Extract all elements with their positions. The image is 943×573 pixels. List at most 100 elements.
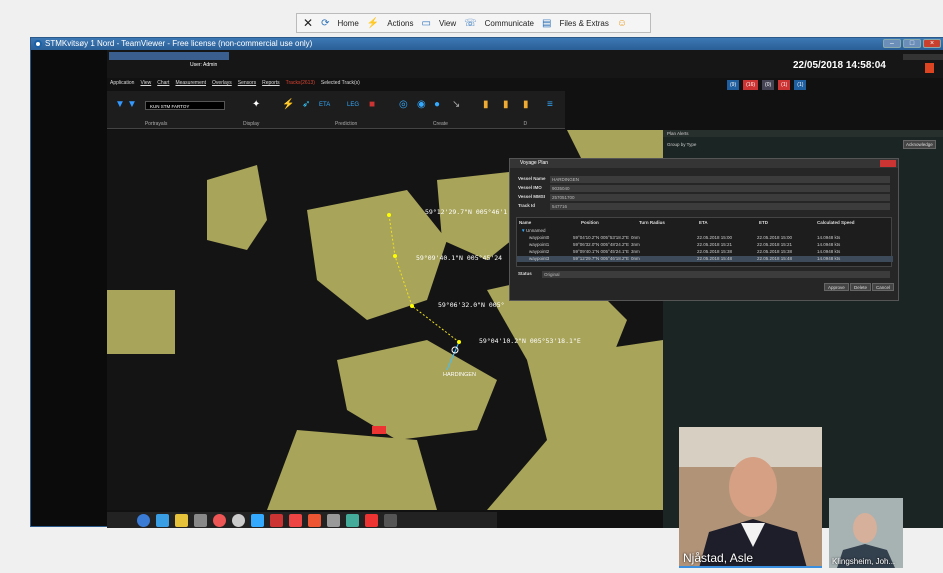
group-display: Display: [242, 121, 260, 127]
layers-icon[interactable]: ≡: [547, 99, 557, 111]
col-name: Name: [519, 220, 532, 225]
filter-icon[interactable]: ▼: [115, 99, 125, 111]
ie-icon[interactable]: [156, 513, 169, 527]
status-icons: (9) (16) (0) (1) (1): [727, 80, 937, 90]
group-by-type-label: Group by Type: [667, 142, 697, 147]
delete-button[interactable]: Delete: [850, 283, 872, 291]
group-toggle-icon[interactable]: ▼: [521, 228, 525, 234]
filter-low-icon[interactable]: ▮: [523, 99, 533, 111]
table-row-selected[interactable]: waypoint3 59°12'29.7"N 005°46'18.2"E 0nm 22…: [517, 256, 893, 262]
group-create: Create: [432, 121, 448, 127]
create-icon[interactable]: ◉: [417, 99, 427, 111]
status-count-1[interactable]: (16): [743, 80, 759, 90]
prediction-icon[interactable]: ➶: [302, 99, 312, 111]
col-etd: ETD: [759, 220, 768, 225]
view-icon[interactable]: ▭: [421, 18, 430, 29]
video-small-name: Klingsheim, Joh...: [832, 557, 896, 566]
menu-tracks[interactable]: Tracks(2613): [286, 78, 315, 88]
app-icon[interactable]: [327, 513, 340, 527]
menu-selected-tracks[interactable]: Selected Track(s): [321, 78, 360, 88]
filter-sel-icon[interactable]: ▮: [503, 99, 513, 111]
app-icon[interactable]: [194, 513, 207, 527]
filter-add-icon[interactable]: ▼: [127, 99, 137, 111]
remote-taskbar: [107, 512, 497, 528]
menu-overlays[interactable]: Overlays: [212, 78, 232, 88]
menu-reports[interactable]: Reports: [262, 78, 280, 88]
alert-icon[interactable]: [925, 63, 934, 73]
draw-icon[interactable]: ↘: [452, 99, 462, 111]
files-extras-button[interactable]: Files & Extras: [559, 19, 608, 28]
status-count-3[interactable]: (1): [778, 80, 791, 90]
close-session-icon[interactable]: ✕: [303, 16, 313, 30]
chrome-icon[interactable]: [213, 513, 226, 527]
eta-icon[interactable]: ETA: [319, 99, 330, 111]
files-icon[interactable]: ▤: [542, 18, 551, 29]
col-calc-speed: Calculated Speed: [817, 220, 855, 225]
table-group-row[interactable]: ▼ Unnamed: [517, 228, 893, 234]
status-count-2[interactable]: (0): [762, 80, 775, 90]
active-speaker-bar: [679, 566, 822, 568]
video-feed-small[interactable]: Klingsheim, Joh...: [829, 498, 903, 568]
window-titlebar[interactable]: STMKvitsøy 1 Nord - TeamViewer - Free li…: [31, 38, 943, 50]
view-button[interactable]: View: [439, 19, 456, 28]
waypoint-table: Name Position Turn Radius ETA ETD Calcul…: [516, 217, 893, 267]
route-icon[interactable]: ⚡: [282, 99, 294, 111]
smiley-icon[interactable]: ☺: [617, 18, 627, 29]
communicate-button[interactable]: Communicate: [485, 19, 534, 28]
menu-measurement[interactable]: Measurement: [175, 78, 206, 88]
person-silhouette-icon: [679, 427, 822, 568]
group-d: D: [523, 121, 528, 127]
cancel-button[interactable]: Cancel: [872, 283, 895, 291]
start-icon[interactable]: [137, 513, 150, 527]
window-title: STMKvitsøy 1 Nord - TeamViewer - Free li…: [45, 39, 313, 48]
close-button[interactable]: ×: [923, 39, 941, 48]
settings-icon[interactable]: [232, 513, 245, 527]
target-icon[interactable]: ◎: [399, 99, 409, 111]
app-header: User: Admin 22/05/2018 14:58:04: [107, 50, 943, 78]
field-status: Status Original: [518, 271, 890, 278]
app-icon[interactable]: [289, 513, 302, 527]
menu-chart[interactable]: Chart: [157, 78, 169, 88]
field-vessel-mmsi: Vessel MMSI 257051700: [518, 194, 890, 201]
acknowledge-button[interactable]: Acknowledge: [903, 140, 936, 149]
report-icon[interactable]: ■: [369, 99, 379, 111]
app-window-controls[interactable]: [903, 54, 943, 60]
actions-button[interactable]: Actions: [387, 19, 413, 28]
menu-application[interactable]: Application: [110, 78, 134, 88]
fleet-select[interactable]: KUN STM FARTOY: [145, 101, 225, 110]
filter-all-icon[interactable]: ▮: [483, 99, 493, 111]
communicate-icon[interactable]: ☏: [464, 18, 477, 29]
table-row[interactable]: waypoint0 59°04'10.2"N 005°53'18.2"E 0nm 22…: [517, 235, 893, 241]
minimize-button[interactable]: –: [883, 39, 901, 48]
app-icon[interactable]: [346, 513, 359, 527]
video-feed-main[interactable]: Njåstad, Asle: [679, 427, 822, 568]
status-count-4[interactable]: (1): [794, 80, 807, 90]
app-toolbar: ▼ ▼ KUN STM FARTOY ✦ ⚡ ➶ ETA LEG ■ ◎ ◉ ●…: [107, 91, 565, 129]
sbb-icon[interactable]: ●: [434, 99, 444, 111]
maximize-button[interactable]: □: [903, 39, 921, 48]
app-icon[interactable]: [384, 513, 397, 527]
portrayal-icon[interactable]: ✦: [252, 99, 262, 111]
menu-view[interactable]: View: [140, 78, 151, 88]
home-icon[interactable]: ⟳: [321, 18, 329, 29]
land-south: [267, 430, 437, 510]
status-count-0[interactable]: (9): [727, 80, 740, 90]
home-button[interactable]: Home: [337, 19, 358, 28]
approve-button[interactable]: Approve: [824, 283, 849, 291]
table-row[interactable]: waypoint1 59°06'32.0"N 005°48'24.2"E 3nm 22…: [517, 242, 893, 248]
leg-eta-icon[interactable]: LEG: [347, 99, 359, 111]
user-label: User: Admin: [190, 62, 218, 68]
explorer-icon[interactable]: [175, 513, 188, 527]
app-icon[interactable]: [270, 513, 283, 527]
app-icon[interactable]: [308, 513, 321, 527]
app-icon[interactable]: [251, 513, 264, 527]
vessel-cluster-marker: [372, 426, 386, 434]
app-icon[interactable]: [365, 513, 378, 527]
teamviewer-toolbar: ✕ ⟳ Home ⚡ Actions ▭ View ☏ Communicate …: [296, 13, 651, 33]
menu-sensors[interactable]: Sensors: [238, 78, 256, 88]
table-row[interactable]: waypoint2 59°09'40.1"N 005°45'24.1"E 3nm 22…: [517, 249, 893, 255]
actions-icon[interactable]: ⚡: [367, 18, 379, 29]
map-coord-label-2: 59°09'40.1"N 005°45'24: [416, 254, 503, 262]
dialog-close-icon[interactable]: [880, 160, 896, 167]
field-vessel-name: Vessel Name HARDINGEN: [518, 176, 890, 183]
